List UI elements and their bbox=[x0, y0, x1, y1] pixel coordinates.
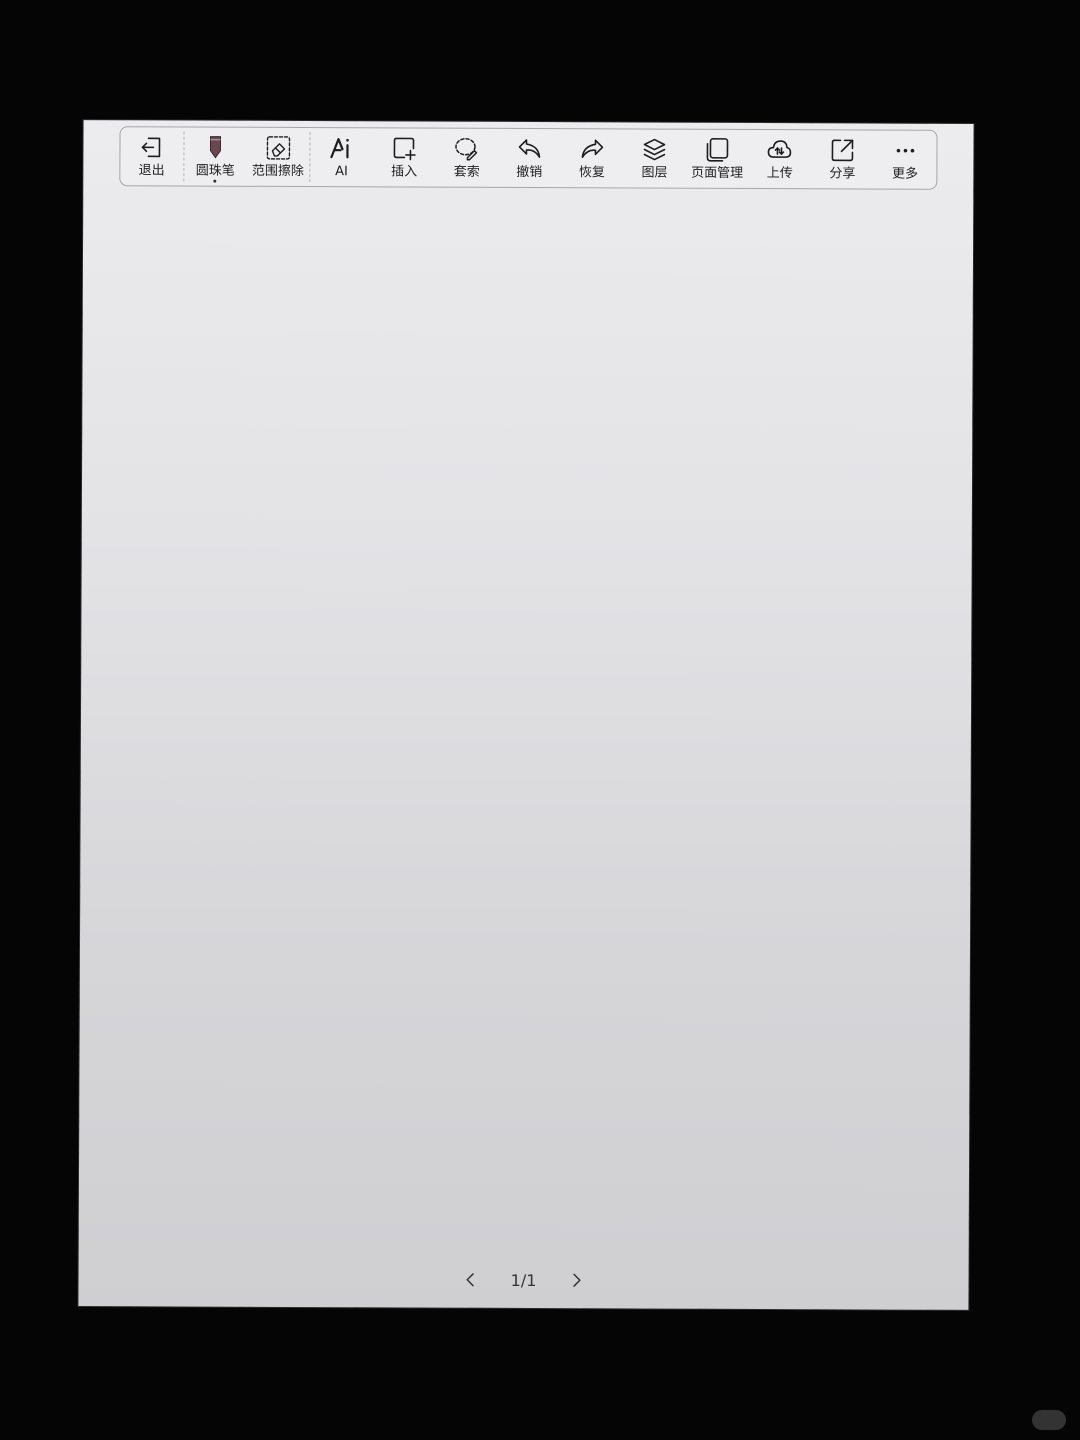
page-navigator: 1/1 bbox=[458, 1265, 588, 1296]
undo-label: 撤销 bbox=[516, 164, 543, 181]
eraser-icon bbox=[265, 135, 291, 161]
ai-icon bbox=[329, 135, 355, 161]
chevron-right-icon bbox=[573, 1273, 581, 1287]
ai-button[interactable]: AI bbox=[310, 128, 373, 186]
more-label: 更多 bbox=[891, 166, 919, 182]
redo-button[interactable]: 恢复 bbox=[561, 129, 624, 187]
area-eraser-label: 范围擦除 bbox=[251, 163, 304, 180]
page-management-button[interactable]: 页面管理 bbox=[686, 130, 749, 188]
upload-label: 上传 bbox=[766, 166, 793, 182]
ai-label: AI bbox=[335, 164, 348, 180]
exit-icon bbox=[139, 134, 165, 160]
share-label: 分享 bbox=[829, 166, 856, 182]
insert-button[interactable]: 插入 bbox=[373, 128, 436, 186]
share-button[interactable]: 分享 bbox=[811, 130, 874, 188]
exit-label: 退出 bbox=[138, 163, 165, 179]
more-icon bbox=[892, 138, 918, 164]
e-ink-screen: 退出 圆珠笔 范围擦除 AI 插入 套索 撤销 恢复 图层 页面管理 上传 分享… bbox=[78, 120, 974, 1310]
page-count: 1/1 bbox=[510, 1270, 537, 1290]
options-indicator-dot bbox=[213, 179, 217, 183]
layers-button[interactable]: 图层 bbox=[623, 129, 686, 187]
insert-icon bbox=[391, 135, 417, 161]
lasso-icon bbox=[454, 136, 480, 162]
more-button[interactable]: 更多 bbox=[874, 131, 937, 189]
ballpoint-pen-button[interactable]: 圆珠笔 bbox=[184, 128, 247, 186]
insert-label: 插入 bbox=[391, 164, 418, 180]
next-page-button[interactable] bbox=[564, 1268, 588, 1292]
area-eraser-button[interactable]: 范围擦除 bbox=[247, 128, 310, 186]
exit-button[interactable]: 退出 bbox=[120, 127, 183, 185]
redo-icon bbox=[579, 136, 605, 162]
watermark-badge bbox=[1032, 1410, 1066, 1430]
share-icon bbox=[829, 137, 855, 163]
layers-label: 图层 bbox=[641, 165, 668, 181]
top-toolbar: 退出 圆珠笔 范围擦除 AI 插入 套索 撤销 恢复 图层 页面管理 上传 分享… bbox=[119, 126, 938, 190]
lasso-label: 套索 bbox=[453, 164, 480, 180]
upload-button[interactable]: 上传 bbox=[748, 130, 811, 188]
pages-icon bbox=[704, 137, 730, 163]
lasso-button[interactable]: 套索 bbox=[435, 129, 498, 187]
ballpoint-pen-label: 圆珠笔 bbox=[195, 163, 235, 179]
pen-icon bbox=[202, 135, 228, 161]
undo-icon bbox=[516, 136, 542, 162]
redo-label: 恢复 bbox=[578, 165, 605, 181]
previous-page-button[interactable] bbox=[458, 1268, 482, 1292]
layers-icon bbox=[642, 136, 668, 162]
chevron-left-icon bbox=[466, 1273, 474, 1287]
photo-background: 退出 圆珠笔 范围擦除 AI 插入 套索 撤销 恢复 图层 页面管理 上传 分享… bbox=[0, 0, 1080, 1440]
undo-button[interactable]: 撤销 bbox=[498, 129, 561, 187]
cloud-upload-icon bbox=[767, 137, 793, 163]
page-management-label: 页面管理 bbox=[691, 165, 744, 181]
